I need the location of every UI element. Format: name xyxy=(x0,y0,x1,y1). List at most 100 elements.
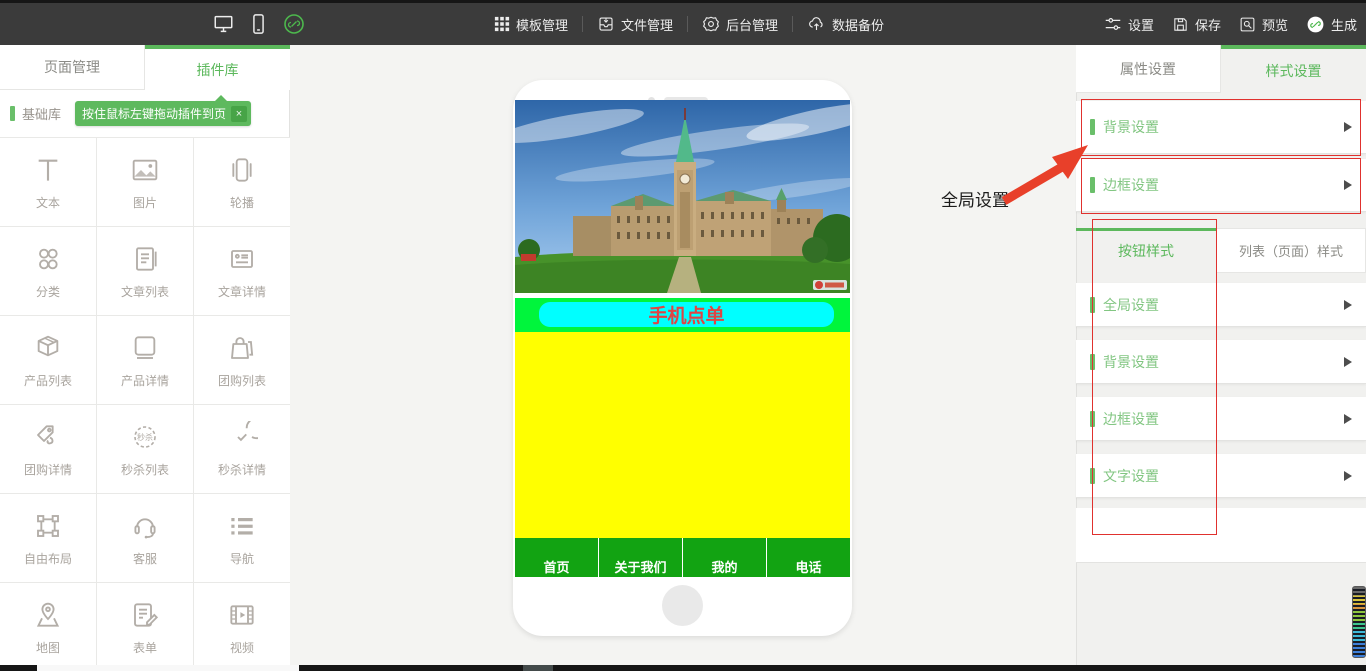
plugin-label: 文章详情 xyxy=(218,283,266,300)
plugin-image[interactable]: 图片 xyxy=(97,138,193,226)
plugin-label: 视频 xyxy=(230,639,254,656)
map-icon xyxy=(32,599,64,631)
preview-button[interactable]: 预览 xyxy=(1239,15,1288,34)
product-detail-icon xyxy=(129,332,161,364)
order-button[interactable]: 手机点单 xyxy=(539,302,834,327)
scrollbar-segment xyxy=(523,665,553,671)
chevron-right-icon xyxy=(1344,180,1352,190)
divider xyxy=(792,16,793,32)
category-icon xyxy=(32,243,64,275)
grid-icon xyxy=(494,16,510,32)
accordion-global-settings[interactable]: 全局设置 xyxy=(1076,283,1366,327)
preview-magnifier-icon xyxy=(1239,16,1256,33)
plugin-navigation[interactable]: 导航 xyxy=(194,494,290,582)
nav-item-about[interactable]: 关于我们 xyxy=(599,538,683,577)
plugin-label: 客服 xyxy=(133,550,157,567)
plugin-grid: 文本 图片 轮播 分类 文章列表 文章详情 xyxy=(0,137,290,671)
plugin-groupbuy-list[interactable]: 团购列表 xyxy=(194,316,290,404)
plugin-label: 文章列表 xyxy=(121,283,169,300)
corner-level-widget[interactable] xyxy=(1352,586,1366,658)
accordion-button-border[interactable]: 边框设置 xyxy=(1076,397,1366,441)
save-button[interactable]: 保存 xyxy=(1172,15,1221,34)
plugin-groupbuy-detail[interactable]: 团购详情 xyxy=(0,405,96,493)
nav-item-home[interactable]: 首页 xyxy=(515,538,599,577)
plugin-label: 轮播 xyxy=(230,194,254,211)
settings-tabs: 属性设置 样式设置 xyxy=(1076,45,1366,93)
settings-button[interactable]: 设置 xyxy=(1104,15,1154,34)
menu-data-backup[interactable]: 数据备份 xyxy=(807,15,884,34)
plugin-text[interactable]: 文本 xyxy=(0,138,96,226)
plugin-product-detail[interactable]: 产品详情 xyxy=(97,316,193,404)
article-detail-icon xyxy=(226,243,258,275)
plugin-video[interactable]: 视频 xyxy=(194,583,290,671)
plugin-form[interactable]: 表单 xyxy=(97,583,193,671)
plugin-label: 产品列表 xyxy=(24,372,72,389)
svg-text:秒杀: 秒杀 xyxy=(137,431,153,441)
mobile-preview-icon[interactable] xyxy=(251,13,266,35)
scrollbar-thumb[interactable] xyxy=(37,665,299,671)
tab-style-settings[interactable]: 样式设置 xyxy=(1221,45,1366,93)
page-builder-app: 模板管理 文件管理 后台管理 数据备份 xyxy=(0,0,1366,671)
generate-icon xyxy=(1306,15,1325,34)
plugin-article-detail[interactable]: 文章详情 xyxy=(194,227,290,315)
tab-property-settings[interactable]: 属性设置 xyxy=(1076,45,1221,93)
plugin-flashsale-list[interactable]: 秒杀 秒杀列表 xyxy=(97,405,193,493)
menu-file-manage[interactable]: 文件管理 xyxy=(597,15,673,34)
plugin-label: 秒杀详情 xyxy=(218,461,266,478)
plugin-flashsale-detail[interactable]: 秒杀详情 xyxy=(194,405,290,493)
section-marker xyxy=(1090,119,1095,135)
accordion-label: 全局设置 xyxy=(1103,295,1344,315)
generate-button[interactable]: 生成 xyxy=(1306,15,1357,34)
nav-item-mine[interactable]: 我的 xyxy=(683,538,767,577)
section-marker xyxy=(1090,411,1095,427)
accordion-button-text[interactable]: 文字设置 xyxy=(1076,454,1366,498)
accordion-label: 文字设置 xyxy=(1103,466,1344,486)
plugin-product-list[interactable]: 产品列表 xyxy=(0,316,96,404)
gear-icon xyxy=(702,15,720,33)
menu-backend-manage[interactable]: 后台管理 xyxy=(702,15,778,34)
plugin-free-layout[interactable]: 自由布局 xyxy=(0,494,96,582)
plugin-label: 图片 xyxy=(133,194,157,211)
plugin-label: 自由布局 xyxy=(24,550,72,567)
plugin-label: 表单 xyxy=(133,639,157,656)
device-toggle-group xyxy=(212,3,306,45)
tab-plugin-library[interactable]: 插件库 xyxy=(145,45,290,90)
menu-template-manage[interactable]: 模板管理 xyxy=(494,15,568,34)
chevron-right-icon xyxy=(1344,300,1352,310)
topbar-actions: 设置 保存 预览 生成 xyxy=(1104,3,1357,45)
accordion-border-settings[interactable]: 边框设置 xyxy=(1076,159,1366,212)
carousel-icon xyxy=(226,154,258,186)
plugin-sidebar: 页面管理 插件库 基础库 按住鼠标左键拖动插件到页 × 文本 图片 轮播 xyxy=(0,45,290,671)
settings-panel-empty-section xyxy=(1076,508,1366,563)
accordion-button-background[interactable]: 背景设置 xyxy=(1076,340,1366,384)
subtab-button-style[interactable]: 按钮样式 xyxy=(1076,231,1216,271)
chevron-right-icon xyxy=(1344,414,1352,424)
plugin-article-list[interactable]: 文章列表 xyxy=(97,227,193,315)
menu-label: 文件管理 xyxy=(621,15,673,34)
accordion-background-settings[interactable]: 背景设置 xyxy=(1076,101,1366,154)
plugin-map[interactable]: 地图 xyxy=(0,583,96,671)
subtab-list-page-style[interactable]: 列表（页面）样式 xyxy=(1216,228,1366,273)
video-icon xyxy=(226,599,258,631)
topbar-menu: 模板管理 文件管理 后台管理 数据备份 xyxy=(494,3,884,45)
plugin-label: 产品详情 xyxy=(121,372,169,389)
menu-label: 后台管理 xyxy=(726,15,778,34)
hero-image[interactable] xyxy=(515,100,850,293)
topbar: 模板管理 文件管理 后台管理 数据备份 xyxy=(0,0,1366,45)
desktop-preview-icon[interactable] xyxy=(212,13,235,35)
customer-service-icon xyxy=(129,510,161,542)
link-mode-icon[interactable] xyxy=(282,12,306,36)
accordion-label: 背景设置 xyxy=(1103,352,1344,372)
plugin-label: 地图 xyxy=(36,639,60,656)
tooltip-close-icon[interactable]: × xyxy=(231,106,247,122)
nav-item-phone[interactable]: 电话 xyxy=(767,538,850,577)
annotation-global-settings: 全局设置 xyxy=(941,186,1009,211)
section-marker xyxy=(1090,177,1095,193)
plugin-customer-service[interactable]: 客服 xyxy=(97,494,193,582)
plugin-category[interactable]: 分类 xyxy=(0,227,96,315)
plugin-carousel[interactable]: 轮播 xyxy=(194,138,290,226)
horizontal-scrollbar[interactable] xyxy=(0,665,1366,671)
divider xyxy=(687,16,688,32)
content-block-yellow[interactable] xyxy=(515,332,850,538)
tab-page-manage[interactable]: 页面管理 xyxy=(0,45,145,90)
